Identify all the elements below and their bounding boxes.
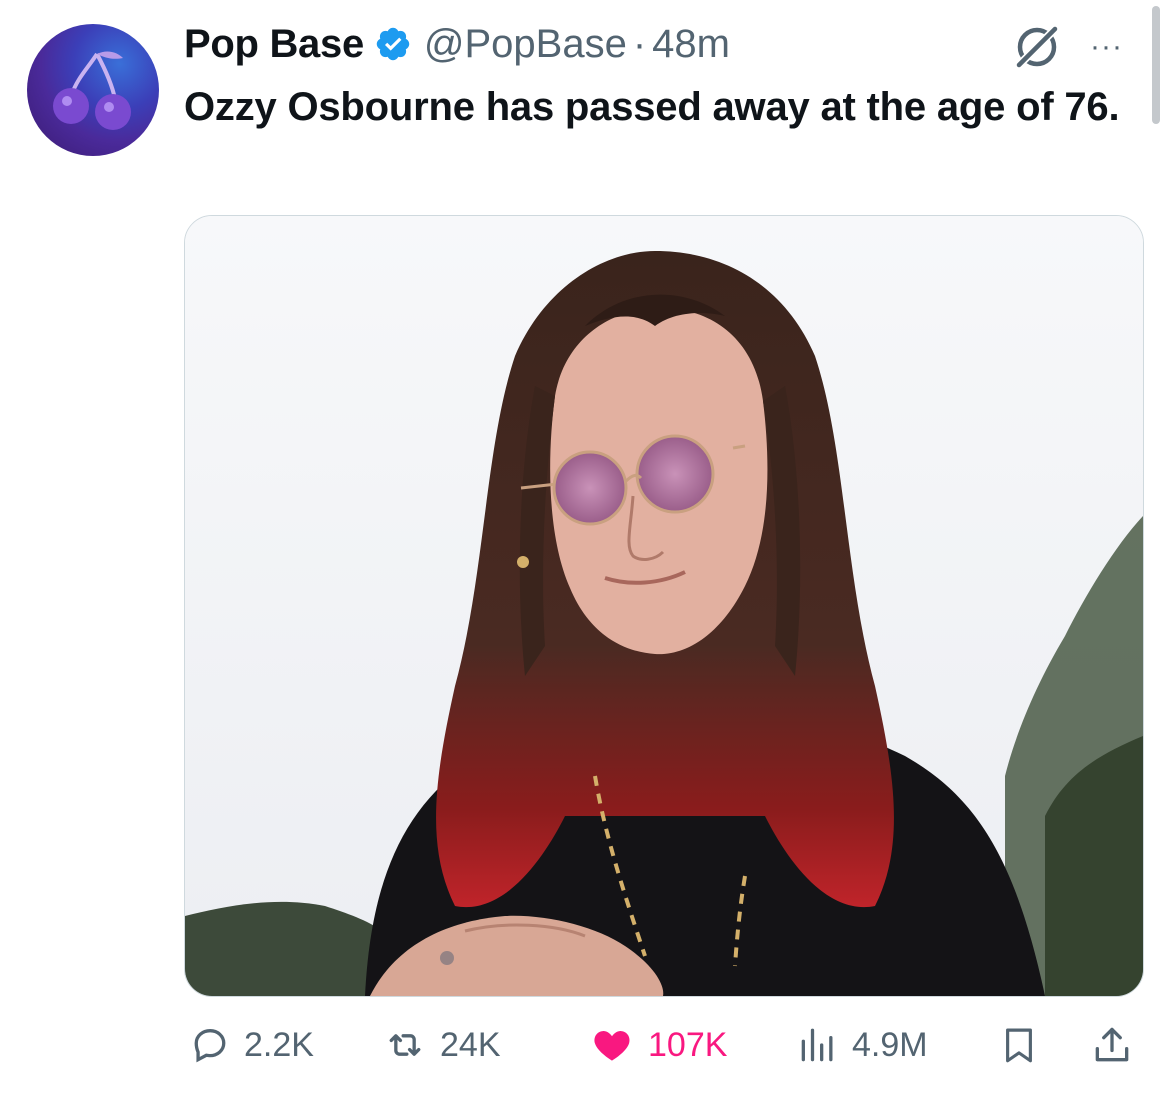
reply-count: 2.2K <box>244 1025 314 1064</box>
repost-icon <box>389 1034 421 1056</box>
like-count: 107K <box>648 1025 728 1064</box>
heart-icon <box>594 1031 630 1061</box>
tweet-actions: 2.2K 24K 107K 4.9M <box>0 1010 1170 1080</box>
cherries-icon <box>53 51 131 130</box>
bookmark-icon <box>1006 1028 1032 1063</box>
avatar[interactable] <box>27 24 159 156</box>
reply-button[interactable]: 2.2K <box>188 1020 314 1070</box>
like-button[interactable]: 107K <box>588 1020 727 1070</box>
scrollbar[interactable] <box>1152 6 1160 124</box>
views-button[interactable]: 4.9M <box>796 1020 928 1070</box>
author-handle[interactable]: @PopBase <box>424 22 627 67</box>
verified-badge-icon <box>376 27 410 61</box>
more-options-icon[interactable]: ··· <box>1090 30 1123 64</box>
tweet-header: Pop Base @PopBase · 48m <box>184 20 730 68</box>
author-name[interactable]: Pop Base <box>184 22 364 67</box>
repost-button[interactable]: 24K <box>382 1020 501 1070</box>
tweet-media-image[interactable] <box>184 215 1144 997</box>
views-count: 4.9M <box>852 1025 928 1064</box>
reply-icon <box>194 1029 226 1063</box>
separator-dot: · <box>632 21 647 66</box>
tweet-text: Ozzy Osbourne has passed away at the age… <box>184 85 1120 129</box>
grok-icon[interactable] <box>1012 22 1062 72</box>
repost-count: 24K <box>440 1025 501 1064</box>
bookmark-button[interactable] <box>998 1020 1052 1070</box>
share-icon <box>1095 1027 1129 1062</box>
views-icon <box>801 1028 833 1062</box>
share-button[interactable] <box>1090 1020 1146 1070</box>
tweet-time[interactable]: 48m <box>652 22 730 67</box>
